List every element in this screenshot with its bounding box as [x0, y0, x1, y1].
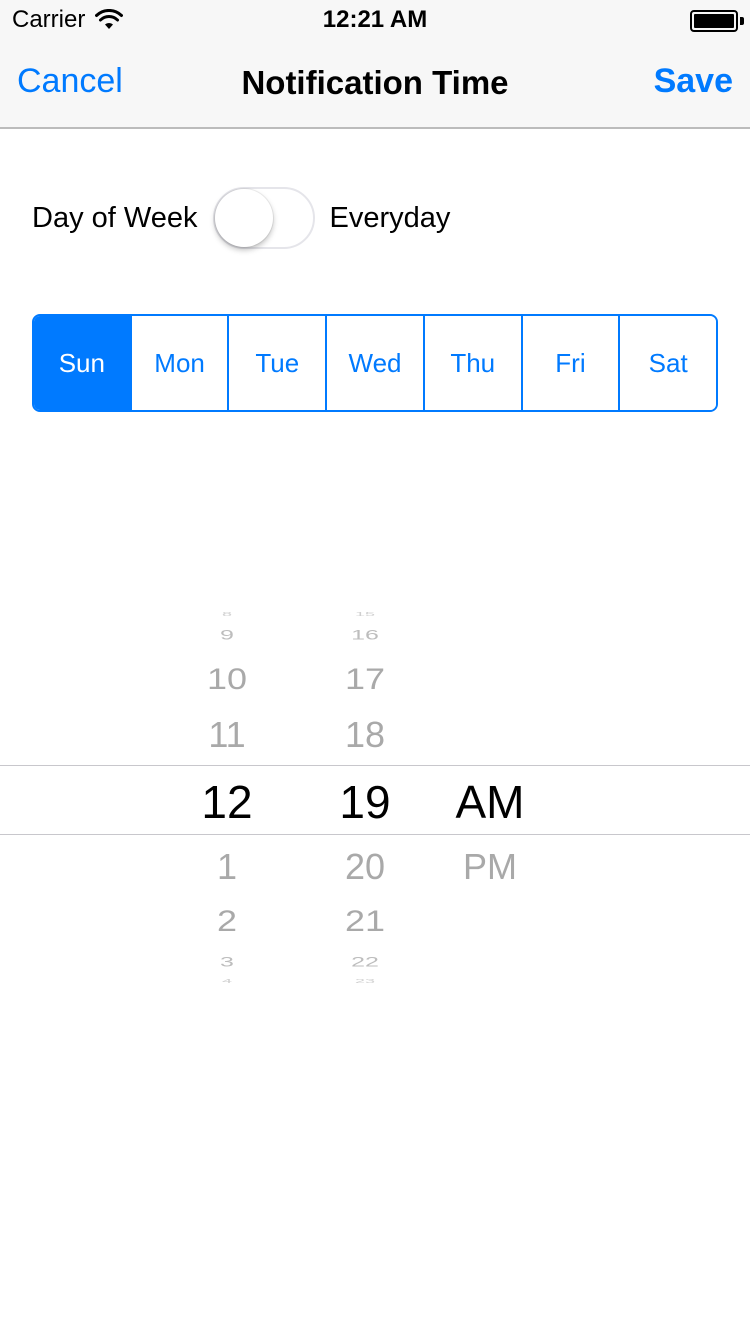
hour-option-selected: 12 — [201, 776, 253, 828]
segment-fri[interactable]: Fri — [520, 316, 619, 410]
hour-option: 9 — [220, 627, 234, 643]
segment-sun[interactable]: Sun — [34, 316, 130, 410]
minute-option: 21 — [344, 903, 386, 938]
navigation-bar: Cancel Notification Time Save — [0, 40, 750, 129]
minute-option: 15 — [354, 611, 376, 618]
ampm-option: PM — [463, 846, 517, 887]
time-picker: 8 9 10 11 12 1 2 3 4 15 16 17 18 19 20 2… — [0, 600, 750, 992]
minute-option: 23 — [354, 978, 376, 985]
day-of-week-label: Day of Week — [32, 201, 198, 234]
cancel-button[interactable]: Cancel — [17, 62, 123, 101]
hour-option: 2 — [216, 903, 238, 938]
hour-option: 11 — [208, 714, 246, 755]
minute-wheel[interactable]: 15 16 17 18 19 20 21 22 23 — [305, 600, 425, 992]
battery-icon — [690, 10, 738, 32]
battery-level — [694, 14, 734, 28]
battery-tip — [740, 17, 744, 25]
toggle-knob — [215, 189, 274, 247]
minute-option: 16 — [351, 627, 379, 643]
hour-option: 1 — [216, 846, 238, 887]
hour-wheel[interactable]: 8 9 10 11 12 1 2 3 4 — [167, 600, 287, 992]
ampm-option-selected: AM — [455, 776, 525, 828]
minute-option: 20 — [344, 846, 386, 887]
segment-tue[interactable]: Tue — [227, 316, 326, 410]
segment-mon[interactable]: Mon — [129, 316, 228, 410]
minute-option: 18 — [344, 714, 386, 755]
save-button[interactable]: Save — [654, 62, 733, 101]
segment-sat[interactable]: Sat — [618, 316, 716, 410]
minute-option: 22 — [351, 954, 379, 970]
day-segmented-control: Sun Mon Tue Wed Thu Fri Sat — [32, 314, 718, 412]
segment-wed[interactable]: Wed — [325, 316, 423, 410]
minute-option: 17 — [344, 661, 386, 696]
hour-option: 3 — [220, 954, 234, 970]
everyday-toggle-switch[interactable] — [213, 187, 316, 249]
hour-option: 10 — [206, 661, 248, 696]
hour-option: 8 — [221, 611, 232, 618]
hour-option: 4 — [221, 978, 232, 985]
status-bar: Carrier 12:21 AM — [0, 0, 750, 40]
mode-toggle-row: Day of Week Everyday — [32, 186, 450, 250]
minute-option-selected: 19 — [339, 776, 391, 828]
everyday-label: Everyday — [329, 201, 451, 234]
ampm-wheel[interactable]: AM PM — [430, 600, 550, 992]
status-time: 12:21 AM — [322, 6, 428, 33]
segment-thu[interactable]: Thu — [422, 316, 521, 410]
